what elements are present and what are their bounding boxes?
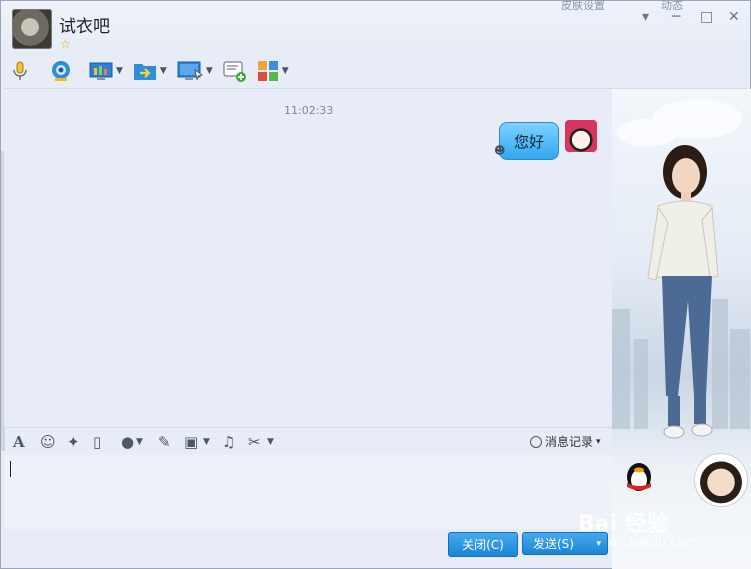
- voice-call-icon: [13, 61, 27, 80]
- message-bubble[interactable]: 您好: [499, 122, 559, 160]
- create-group-button[interactable]: [223, 59, 247, 83]
- send-options-caret-icon[interactable]: ▾: [596, 539, 601, 549]
- message-timestamp: 11:02:33: [284, 104, 334, 117]
- remote-desktop-icon: [177, 61, 203, 81]
- apps-icon: [257, 61, 278, 81]
- message-history-label: 消息记录: [545, 435, 594, 449]
- text-cursor: [10, 461, 11, 477]
- remote-desktop-button[interactable]: ▼: [177, 59, 213, 83]
- screen-share-caret-icon[interactable]: ▼: [116, 66, 123, 76]
- qq-penguin-icon[interactable]: [623, 457, 655, 493]
- remote-desktop-caret-icon[interactable]: ▼: [206, 66, 213, 76]
- close-icon[interactable]: ✕: [728, 9, 740, 25]
- send-file-caret-icon[interactable]: ▼: [160, 66, 167, 76]
- skin-settings-link[interactable]: 皮肤设置: [561, 0, 605, 13]
- chat-window: 试衣吧 ☆ 皮肤设置 动态 ▾ ─ □ ✕ ▼ ▼ ▼ ▼ 11:02:33 您…: [0, 0, 751, 569]
- screen-share-icon: [89, 62, 113, 80]
- building: [612, 309, 630, 429]
- chat-history[interactable]: 11:02:33 您好 ☻: [4, 89, 612, 426]
- avatar-figure[interactable]: [640, 134, 730, 464]
- bubble-decoration-icon: ☻: [494, 144, 506, 157]
- music-icon[interactable]: ♫: [222, 433, 235, 451]
- input-toolbar: A ☺ ✦ ▯ ● ▼ ✎ ▣ ▼ ♫ ✂ ▼ 消息记录 ▾: [4, 427, 612, 456]
- star-icon[interactable]: ☆: [60, 37, 71, 51]
- minimize-icon[interactable]: ─: [672, 9, 680, 25]
- send-file-button[interactable]: ▼: [133, 59, 167, 83]
- font-icon[interactable]: A: [13, 433, 25, 451]
- building: [730, 329, 750, 429]
- send-button-label: 发送(S): [533, 537, 574, 551]
- video-call-button[interactable]: [49, 59, 73, 83]
- self-avatar[interactable]: [565, 120, 597, 152]
- voice-message-icon[interactable]: ●: [121, 433, 134, 451]
- scissors-icon[interactable]: ✂: [248, 433, 261, 451]
- maximize-icon[interactable]: □: [700, 9, 713, 25]
- emoji-icon[interactable]: ☺: [40, 433, 56, 451]
- image-caret-icon[interactable]: ▼: [203, 437, 210, 447]
- image-icon[interactable]: ▣: [184, 433, 198, 451]
- message-history-button[interactable]: 消息记录 ▾: [530, 433, 601, 450]
- clock-icon: [530, 435, 542, 448]
- menu-caret-icon[interactable]: ▾: [642, 9, 649, 25]
- window-shake-icon[interactable]: ▯: [93, 433, 101, 451]
- voice-message-caret-icon[interactable]: ▼: [136, 437, 143, 447]
- send-file-icon: [133, 64, 156, 80]
- contact-avatar[interactable]: [12, 9, 52, 49]
- contact-name[interactable]: 试衣吧: [59, 12, 110, 37]
- send-button[interactable]: 发送(S) ▾: [522, 532, 608, 555]
- message-input[interactable]: [4, 455, 612, 529]
- title-bar: 试衣吧 ☆ 皮肤设置 动态 ▾ ─ □ ✕: [1, 0, 750, 57]
- close-button[interactable]: 关闭(C): [448, 532, 518, 557]
- video-call-icon: [52, 61, 70, 81]
- voice-call-button[interactable]: [9, 59, 31, 83]
- create-group-icon: [223, 61, 246, 82]
- apps-button[interactable]: ▼: [257, 59, 289, 83]
- history-caret-icon: ▾: [596, 436, 601, 447]
- magic-expression-icon[interactable]: ✦: [67, 433, 80, 451]
- screenshot-edit-icon[interactable]: ✎: [158, 433, 171, 451]
- contact-show-avatar[interactable]: [695, 454, 747, 506]
- screen-share-button[interactable]: ▼: [89, 59, 123, 83]
- apps-caret-icon[interactable]: ▼: [282, 66, 289, 76]
- chat-toolbar: ▼ ▼ ▼ ▼: [9, 59, 299, 85]
- scissors-caret-icon[interactable]: ▼: [267, 437, 274, 447]
